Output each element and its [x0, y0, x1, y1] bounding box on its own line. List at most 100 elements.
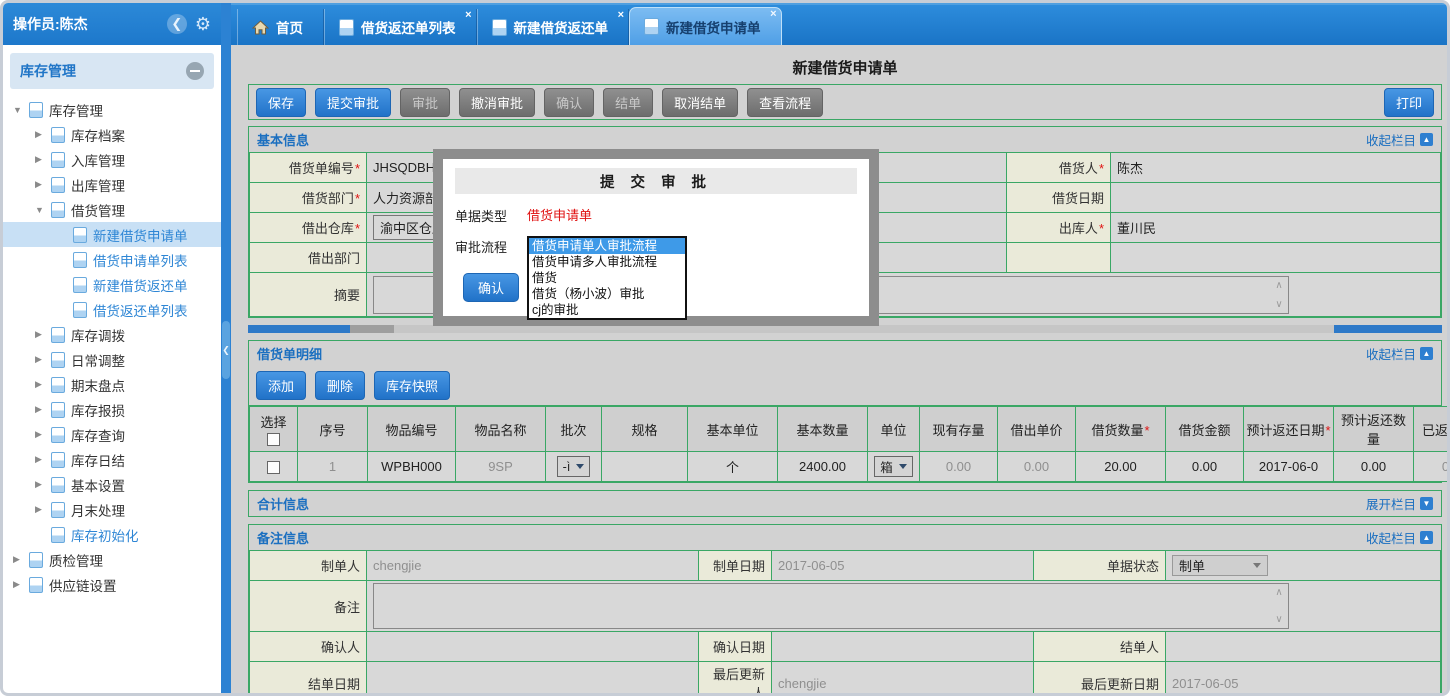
单位-select[interactable]: 箱	[874, 456, 913, 477]
tree-expand-arrow-icon[interactable]: ▶	[35, 404, 51, 415]
tree-expand-arrow-icon[interactable]: ▶	[35, 379, 51, 390]
批次-select[interactable]: -ì	[557, 456, 591, 477]
sidebar-splitter[interactable]: ❮	[221, 3, 231, 693]
select-value: 箱	[880, 457, 893, 476]
scrollbar-thumb-left[interactable]	[248, 325, 350, 333]
sidebar-item-label: 月末处理	[71, 500, 125, 520]
查看流程-button[interactable]: 查看流程	[747, 88, 823, 117]
expand-icon[interactable]: ▼	[1420, 497, 1433, 510]
删除-button[interactable]: 删除	[315, 371, 365, 400]
sidebar-item-质检管理[interactable]: ▶质检管理	[3, 547, 221, 572]
row-checkbox[interactable]	[267, 461, 280, 474]
提交审批-button[interactable]: 提交审批	[315, 88, 391, 117]
sidebar-item-新建借货返还单[interactable]: 新建借货返还单	[3, 272, 221, 297]
create-date-label-text: 制单日期	[713, 559, 765, 574]
document-icon	[29, 552, 43, 568]
tab-借货返还单列表[interactable]: 借货返还单列表×	[324, 9, 477, 45]
tree-collapse-arrow-icon[interactable]: ▼	[13, 105, 29, 115]
sidebar-item-日常调整[interactable]: ▶日常调整	[3, 347, 221, 372]
sidebar-item-库存管理[interactable]: ▼库存管理	[3, 97, 221, 122]
sidebar-item-label: 借货申请单列表	[93, 250, 188, 270]
取消结单-button[interactable]: 取消结单	[662, 88, 738, 117]
tree-expand-arrow-icon[interactable]: ▶	[35, 354, 51, 365]
tree-expand-arrow-icon[interactable]: ▶	[35, 454, 51, 465]
sidebar-item-库存调拨[interactable]: ▶库存调拨	[3, 322, 221, 347]
结单-button[interactable]: 结单	[603, 88, 653, 117]
select-all-checkbox[interactable]	[267, 433, 280, 446]
column-header-text: 物品名称	[474, 423, 526, 438]
sidebar-item-基本设置[interactable]: ▶基本设置	[3, 472, 221, 497]
sidebar-item-库存报损[interactable]: ▶库存报损	[3, 397, 221, 422]
tree-expand-arrow-icon[interactable]: ▶	[35, 154, 51, 165]
sidebar-item-库存日结[interactable]: ▶库存日结	[3, 447, 221, 472]
库存快照-button[interactable]: 库存快照	[374, 371, 450, 400]
collapse-icon[interactable]: ▲	[1420, 531, 1433, 544]
sidebar-item-供应链设置[interactable]: ▶供应链设置	[3, 572, 221, 597]
approval-flow-listbox[interactable]: 借货申请单人审批流程借货申请多人审批流程借货借货（杨小波）审批cj的审批	[527, 236, 687, 320]
total-info-expand-link[interactable]: 展开栏目 ▼	[1366, 494, 1433, 513]
sidebar-item-入库管理[interactable]: ▶入库管理	[3, 147, 221, 172]
sidebar-item-借货申请单列表[interactable]: 借货申请单列表	[3, 247, 221, 272]
确认-button[interactable]: 确认	[544, 88, 594, 117]
cell-value: 2017-06-0	[1259, 459, 1318, 474]
scroll-down-icon[interactable]: ∨	[1275, 614, 1282, 625]
collapse-icon[interactable]: ▲	[1420, 347, 1433, 360]
doc-status-select[interactable]: 制单	[1172, 555, 1268, 576]
close-icon[interactable]: ×	[465, 10, 471, 21]
last-updater-value-text: chengjie	[778, 676, 826, 691]
print-button[interactable]: 打印	[1384, 88, 1434, 117]
collapse-sidebar-icon[interactable]: ❮	[167, 14, 187, 34]
sidebar-item-期末盘点[interactable]: ▶期末盘点	[3, 372, 221, 397]
scroll-up-icon[interactable]: ∧	[1275, 280, 1282, 291]
field-value[interactable]	[1111, 183, 1441, 213]
保存-button[interactable]: 保存	[256, 88, 306, 117]
sidebar-item-库存档案[interactable]: ▶库存档案	[3, 122, 221, 147]
close-icon[interactable]: ×	[770, 9, 776, 20]
审批-button[interactable]: 审批	[400, 88, 450, 117]
tree-collapse-arrow-icon[interactable]: ▼	[35, 205, 51, 215]
tree-expand-arrow-icon[interactable]: ▶	[13, 554, 29, 565]
remark-info-collapse-link[interactable]: 收起栏目 ▲	[1366, 528, 1433, 547]
field-value[interactable]: 陈杰	[1111, 153, 1441, 183]
close-icon[interactable]: ×	[618, 10, 624, 21]
tree-expand-arrow-icon[interactable]: ▶	[35, 504, 51, 515]
sidebar-item-库存查询[interactable]: ▶库存查询	[3, 422, 221, 447]
flow-option[interactable]: 借货申请单人审批流程	[529, 238, 685, 254]
textarea-scroll-icons[interactable]: ∧∨	[1271, 278, 1287, 312]
sidebar-item-库存初始化[interactable]: 库存初始化	[3, 522, 221, 547]
sidebar-item-借货管理[interactable]: ▼借货管理	[3, 197, 221, 222]
field-value[interactable]: 董川民	[1111, 213, 1441, 243]
tree-expand-arrow-icon[interactable]: ▶	[13, 579, 29, 590]
gear-icon[interactable]: ⚙	[195, 14, 211, 35]
tab-新建借货申请单[interactable]: 新建借货申请单×	[629, 7, 782, 45]
tree-expand-arrow-icon[interactable]: ▶	[35, 129, 51, 140]
flow-option[interactable]: 借货申请多人审批流程	[529, 254, 685, 270]
collapse-panel-icon[interactable]	[186, 62, 204, 80]
collapse-icon[interactable]: ▲	[1420, 133, 1433, 146]
sidebar-item-出库管理[interactable]: ▶出库管理	[3, 172, 221, 197]
splitter-collapse-icon[interactable]: ❮	[222, 321, 230, 379]
flow-option[interactable]: 借货	[529, 270, 685, 286]
scroll-up-icon[interactable]: ∧	[1275, 587, 1282, 598]
tab-新建借货返还单[interactable]: 新建借货返还单×	[477, 9, 630, 45]
scroll-down-icon[interactable]: ∨	[1275, 299, 1282, 310]
flow-option[interactable]: cj的审批	[529, 302, 685, 318]
撤消审批-button[interactable]: 撤消审批	[459, 88, 535, 117]
tree-expand-arrow-icon[interactable]: ▶	[35, 429, 51, 440]
sidebar-item-借货返还单列表[interactable]: 借货返还单列表	[3, 297, 221, 322]
horizontal-scrollbar[interactable]	[248, 325, 1442, 333]
scrollbar-thumb-right[interactable]	[1334, 325, 1442, 333]
sidebar-item-新建借货申请单[interactable]: 新建借货申请单	[3, 222, 221, 247]
flow-option[interactable]: 借货（杨小波）审批	[529, 286, 685, 302]
detail-collapse-link[interactable]: 收起栏目 ▲	[1366, 344, 1433, 363]
textarea-scroll-icons[interactable]: ∧∨	[1271, 585, 1287, 627]
tree-expand-arrow-icon[interactable]: ▶	[35, 179, 51, 190]
添加-button[interactable]: 添加	[256, 371, 306, 400]
sidebar-item-月末处理[interactable]: ▶ 月末处理	[3, 497, 221, 522]
tree-expand-arrow-icon[interactable]: ▶	[35, 329, 51, 340]
tab-首页[interactable]: 首页	[237, 9, 324, 45]
confirm-button[interactable]: 确认	[463, 273, 519, 302]
tree-expand-arrow-icon[interactable]: ▶	[35, 479, 51, 490]
remark-textarea[interactable]: ∧∨	[373, 583, 1289, 629]
basic-info-collapse-link[interactable]: 收起栏目 ▲	[1366, 130, 1433, 149]
